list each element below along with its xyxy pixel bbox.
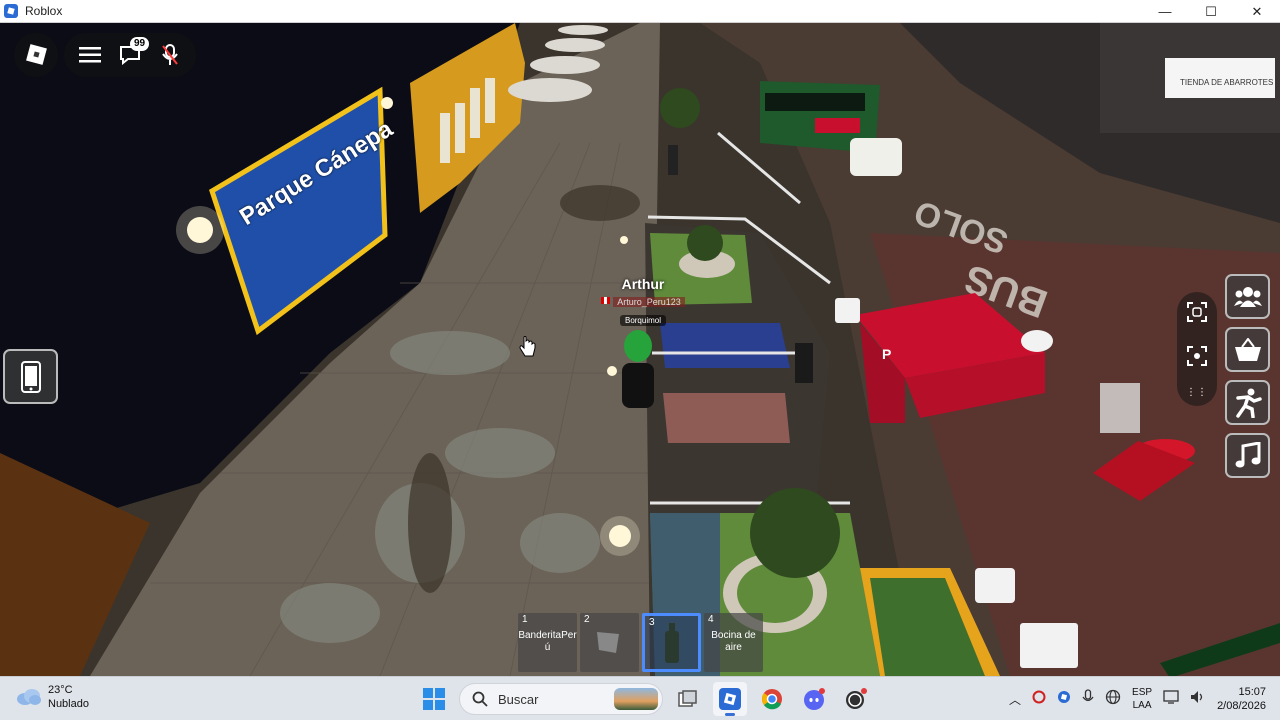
display-icon[interactable]	[1163, 689, 1179, 709]
player-username: Arturo_Peru123	[613, 297, 685, 307]
weather-widget[interactable]: 23°C Nublado	[16, 683, 89, 711]
player-role: Borquimol	[619, 315, 666, 326]
tray-app-icon-1[interactable]	[1032, 690, 1046, 709]
obs-icon[interactable]	[839, 682, 873, 716]
discord-icon[interactable]	[797, 682, 831, 716]
player-nametag: Arthur Arturo_Peru123 Borquimol	[588, 276, 698, 328]
microphone-icon[interactable]	[1082, 688, 1094, 710]
chat-badge: 99	[130, 36, 150, 51]
player-display-name: Arthur	[621, 276, 665, 292]
peru-flag-icon	[601, 297, 611, 305]
window-titlebar: Roblox — ☐ ✕	[0, 0, 1280, 23]
game-scene: BUS SOLO P TIENDA DE ABARROTES	[0, 23, 1280, 676]
emote-runner-icon[interactable]	[1225, 380, 1270, 425]
chat-icon[interactable]: 99	[118, 36, 150, 67]
slot-number: 2	[584, 614, 590, 625]
task-view-icon[interactable]	[671, 682, 705, 716]
volume-icon[interactable]	[1190, 690, 1206, 709]
system-clock[interactable]: 15:07 2/08/2026	[1217, 685, 1266, 713]
microphone-muted-icon[interactable]	[158, 43, 182, 67]
taskbar-apps: Buscar	[417, 681, 873, 717]
shop-sign: TIENDA DE ABARROTES	[1180, 78, 1273, 87]
hotbar-slot-4[interactable]: 4 Bocina de aire	[704, 613, 763, 672]
roblox-taskbar-icon[interactable]	[713, 682, 747, 716]
chrome-icon[interactable]	[755, 682, 789, 716]
network-globe-icon[interactable]	[1105, 689, 1121, 710]
flag-item-icon	[597, 632, 619, 653]
hotbar: 1 BanderitaPerú 2 3 4 Bocina de aire	[518, 613, 763, 672]
search-placeholder: Buscar	[498, 691, 539, 707]
search-icon	[472, 691, 488, 707]
close-button[interactable]: ✕	[1234, 0, 1280, 23]
hotbar-slot-3[interactable]: 3	[642, 613, 701, 672]
roblox-app-icon	[4, 4, 18, 18]
windows-taskbar: 23°C Nublado Buscar ︿ ESP LAA 15:07 2/08…	[0, 676, 1280, 720]
cloud-icon	[17, 689, 41, 705]
weather-desc: Nublado	[48, 698, 89, 710]
hud-top-left: 99	[14, 32, 196, 77]
game-viewport[interactable]: BUS SOLO P TIENDA DE ABARROTES Parque Cá…	[0, 23, 1280, 676]
window-title: Roblox	[25, 4, 63, 18]
friends-icon[interactable]	[1225, 274, 1270, 319]
roblox-menu-icon[interactable]	[14, 32, 58, 77]
roblox-window: Roblox — ☐ ✕ BUS SOLO P TIENDA DE ABARRO…	[0, 0, 1280, 720]
music-note-icon[interactable]	[1225, 433, 1270, 478]
system-tray: ︿ ESP LAA 15:07 2/08/2026	[1009, 677, 1280, 720]
slot-number: 1	[522, 614, 528, 625]
clock-time: 15:07	[1238, 686, 1266, 698]
clock-date: 2/08/2026	[1217, 700, 1266, 712]
more-dots-icon[interactable]: ⋮⋮	[1186, 388, 1208, 398]
hand-cursor-icon	[519, 336, 537, 363]
slot-number: 4	[708, 614, 714, 625]
svg-text:P: P	[882, 346, 891, 362]
bottle-item-icon	[665, 623, 679, 663]
screenshot-icon[interactable]	[1187, 301, 1207, 327]
taskbar-search[interactable]: Buscar	[459, 683, 663, 715]
search-highlight-image	[614, 688, 658, 710]
tray-app-icon-2[interactable]	[1057, 690, 1071, 709]
chevron-up-icon[interactable]: ︿	[1009, 691, 1021, 708]
language-indicator[interactable]: ESP LAA	[1132, 686, 1152, 712]
record-icon[interactable]	[1187, 345, 1207, 371]
slot-item-name: Bocina de aire	[711, 630, 756, 653]
slot-number: 3	[649, 617, 655, 628]
camera-controls: ⋮⋮	[1177, 292, 1217, 406]
hud-pill: 99	[64, 32, 196, 77]
phone-icon[interactable]	[3, 349, 58, 404]
hotbar-slot-2[interactable]: 2	[580, 613, 639, 672]
keyboard-layout: LAA	[1132, 700, 1152, 711]
minimize-button[interactable]: —	[1142, 0, 1188, 23]
maximize-button[interactable]: ☐	[1188, 0, 1234, 23]
windows-start-icon[interactable]	[417, 682, 451, 716]
language-code: ESP	[1132, 687, 1153, 698]
hotbar-slot-1[interactable]: 1 BanderitaPerú	[518, 613, 577, 672]
hamburger-menu-icon[interactable]	[78, 43, 102, 67]
slot-item-name: BanderitaPerú	[518, 630, 577, 653]
window-controls: — ☐ ✕	[1142, 0, 1280, 23]
weather-temp: 23°C	[48, 684, 73, 696]
shop-basket-icon[interactable]	[1225, 327, 1270, 372]
side-menu	[1225, 274, 1270, 478]
